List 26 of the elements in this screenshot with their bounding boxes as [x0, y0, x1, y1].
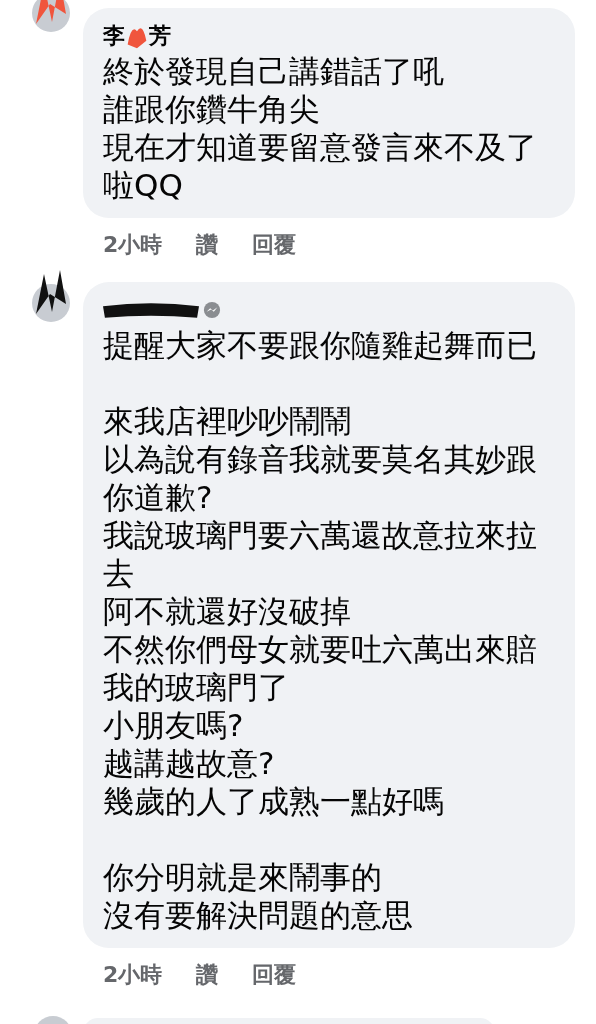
comment-text: 我的玻璃門了 [103, 668, 290, 706]
timestamp: 2小時 [103, 231, 163, 259]
comment-text: 沒有要解決問題的意思 [103, 896, 414, 934]
action-link[interactable]: 讚 [196, 230, 219, 260]
comment-text: 現在才知道要留意發言來不及了 [103, 128, 538, 166]
comment-text: 以為說有錄音我就要莫名其妙跟 [103, 440, 538, 478]
comment-text: 幾歲的人了成熟一點好嗎 [103, 782, 445, 820]
comment-text: 不然你們母女就要吐六萬出來賠 [103, 630, 538, 668]
action-link[interactable]: 回覆 [252, 230, 297, 260]
comment-text: 我說玻璃門要六萬還故意拉來拉 [103, 516, 538, 554]
comment-text: 來我店裡吵吵鬧鬧 [103, 402, 352, 440]
comment-text: 去 [103, 554, 135, 592]
comment-text: 誰跟你鑽牛角尖 [103, 90, 321, 128]
comment-text: 終於發現自己講錯話了吼 [103, 52, 445, 90]
action-link[interactable]: 讚 [196, 960, 219, 990]
action-link[interactable]: 回覆 [252, 960, 297, 990]
comment-text: 小朋友嗎? [103, 706, 245, 744]
comment-text: 你道歉? [103, 478, 214, 516]
comment-text: 阿不就還好沒破掉 [103, 592, 352, 630]
timestamp: 2小時 [103, 961, 163, 989]
commenter-name[interactable]: 芳 [149, 21, 171, 51]
comment-text: 你分明就是來鬧事的 [103, 858, 383, 896]
comment-text: 越講越故意? [103, 744, 276, 782]
comment-text: 提醒大家不要跟你隨雞起舞而已 [103, 326, 538, 364]
commenter-name[interactable]: 李 [103, 21, 125, 51]
comment-text: 啦QQ [103, 166, 184, 204]
